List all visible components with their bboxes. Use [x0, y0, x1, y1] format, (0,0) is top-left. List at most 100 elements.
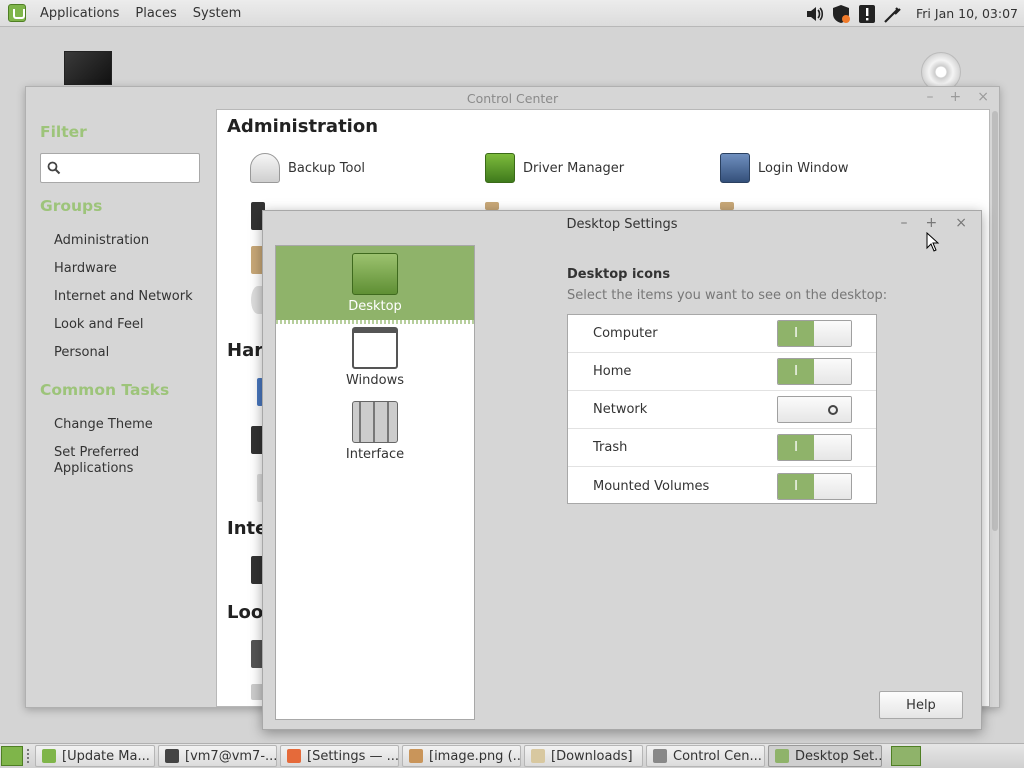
- login-window-launcher[interactable]: Login Window: [720, 153, 848, 183]
- system-tray: Fri Jan 10, 03:07: [802, 0, 1024, 27]
- bottom-taskbar: [Update Ma... [vm7@vm7-... [Settings — .…: [0, 743, 1024, 768]
- nav-desktop[interactable]: Desktop: [276, 246, 474, 324]
- desktop-icons-description: Select the items you want to see on the …: [567, 288, 888, 303]
- task-control-center[interactable]: Control Cen...: [646, 745, 765, 767]
- mounted-volumes-switch[interactable]: I: [777, 472, 852, 500]
- home-switch[interactable]: I: [777, 358, 852, 385]
- group-personal[interactable]: Personal: [54, 345, 109, 361]
- nav-windows-label: Windows: [345, 373, 405, 388]
- task-downloads[interactable]: [Downloads]: [524, 745, 643, 767]
- window-title: Control Center: [466, 90, 559, 106]
- desktop-settings-icon: [775, 749, 789, 763]
- toggle-row-mounted-volumes: Mounted Volumes I: [568, 467, 876, 505]
- mouse-cursor-icon: [926, 232, 940, 252]
- menu-applications[interactable]: Applications: [32, 6, 127, 21]
- task-image-viewer[interactable]: [image.png (...: [402, 745, 521, 767]
- control-center-sidebar: Filter Groups Administration Hardware In…: [26, 109, 216, 707]
- toggle-label: Computer: [593, 326, 658, 341]
- partial-tool-icon: [485, 202, 499, 210]
- group-internet-and-network[interactable]: Internet and Network: [54, 289, 193, 305]
- task-terminal[interactable]: [vm7@vm7-...: [158, 745, 277, 767]
- clock[interactable]: Fri Jan 10, 03:07: [916, 6, 1018, 21]
- desktop-icons-heading: Desktop icons: [567, 267, 671, 282]
- switch-on-indicator: I: [778, 321, 814, 346]
- image-viewer-icon: [409, 749, 423, 763]
- common-tasks-heading: Common Tasks: [40, 381, 170, 399]
- groups-heading: Groups: [40, 197, 103, 215]
- computer-desktop-icon[interactable]: [64, 51, 112, 85]
- login-window-label: Login Window: [758, 160, 849, 176]
- toggle-label: Mounted Volumes: [593, 478, 710, 494]
- section-administration: Administration: [227, 116, 379, 137]
- help-button[interactable]: Help: [879, 691, 963, 719]
- nav-interface[interactable]: Interface: [276, 394, 474, 468]
- minimize-button[interactable]: –: [901, 215, 908, 231]
- backup-tool-label: Backup Tool: [288, 160, 366, 176]
- desktop-settings-titlebar[interactable]: Desktop Settings – + ×: [263, 211, 981, 237]
- window-controls: – + ×: [927, 89, 989, 105]
- switch-on-indicator: I: [778, 359, 814, 384]
- desktop-settings-window: Desktop Settings – + × Desktop Windows I…: [262, 210, 982, 730]
- search-input[interactable]: [40, 153, 200, 183]
- maximize-button[interactable]: +: [950, 89, 962, 105]
- login-window-icon: [720, 153, 750, 183]
- toggle-label: Network: [593, 402, 648, 417]
- toggle-row-computer: Computer I: [568, 315, 876, 353]
- task-update-manager[interactable]: [Update Ma...: [35, 745, 155, 767]
- terminal-icon: [165, 749, 179, 763]
- desktop-icon: [352, 253, 398, 295]
- trash-switch[interactable]: I: [777, 434, 852, 461]
- task-set-preferred-applications[interactable]: Set Preferred Applications: [54, 445, 139, 477]
- close-button[interactable]: ×: [955, 215, 967, 231]
- task-change-theme[interactable]: Change Theme: [54, 417, 153, 433]
- section-look-and-feel: Loo: [227, 602, 264, 623]
- settings-nav: Desktop Windows Interface: [275, 245, 475, 720]
- driver-manager-icon: [485, 153, 515, 183]
- task-settings[interactable]: [Settings — ...: [280, 745, 399, 767]
- mint-menu-icon[interactable]: [8, 4, 26, 22]
- menu-system[interactable]: System: [185, 6, 249, 21]
- backup-tool-icon: [250, 153, 280, 183]
- nav-desktop-label: Desktop: [348, 299, 402, 314]
- window-controls: – + ×: [901, 215, 967, 231]
- nav-interface-label: Interface: [345, 447, 405, 462]
- network-icon[interactable]: [883, 4, 903, 24]
- top-panel: Applications Places System Fri Jan 10, 0…: [0, 0, 1024, 27]
- window-title: Desktop Settings: [566, 216, 678, 232]
- content-scrollbar[interactable]: [992, 111, 998, 531]
- network-switch[interactable]: [777, 396, 852, 423]
- filter-heading: Filter: [40, 123, 87, 141]
- desktop-icons-list: Computer I Home I Network Trash I Mounte…: [567, 314, 877, 504]
- switch-on-indicator: I: [778, 473, 814, 499]
- shield-update-icon[interactable]: [831, 4, 851, 24]
- nav-windows[interactable]: Windows: [276, 320, 474, 394]
- driver-manager-label: Driver Manager: [523, 160, 625, 176]
- settings-app-icon: [287, 749, 301, 763]
- control-center-titlebar[interactable]: Control Center – + ×: [26, 87, 999, 109]
- minimize-button[interactable]: –: [927, 89, 934, 105]
- show-desktop-icon[interactable]: [1, 746, 23, 766]
- control-center-icon: [653, 749, 667, 763]
- group-look-and-feel[interactable]: Look and Feel: [54, 317, 144, 333]
- taskbar-grip: [27, 749, 31, 763]
- notification-icon[interactable]: [857, 4, 877, 24]
- sliders-icon: [352, 401, 398, 443]
- close-button[interactable]: ×: [977, 89, 989, 105]
- computer-switch[interactable]: I: [777, 320, 852, 347]
- group-administration[interactable]: Administration: [54, 233, 149, 249]
- toggle-row-home: Home I: [568, 353, 876, 391]
- partial-tool-icon: [720, 202, 734, 210]
- maximize-button[interactable]: +: [926, 215, 938, 231]
- workspace-switcher[interactable]: [891, 746, 921, 766]
- windows-icon: [352, 327, 398, 369]
- toggle-row-trash: Trash I: [568, 429, 876, 467]
- task-desktop-settings[interactable]: Desktop Set...: [768, 745, 882, 767]
- update-manager-icon: [42, 749, 56, 763]
- switch-off-indicator: [827, 404, 838, 415]
- group-hardware[interactable]: Hardware: [54, 261, 117, 277]
- backup-tool-launcher[interactable]: Backup Tool: [250, 153, 365, 183]
- switch-on-indicator: I: [778, 435, 814, 460]
- menu-places[interactable]: Places: [127, 6, 184, 21]
- driver-manager-launcher[interactable]: Driver Manager: [485, 153, 624, 183]
- volume-icon[interactable]: [805, 4, 825, 24]
